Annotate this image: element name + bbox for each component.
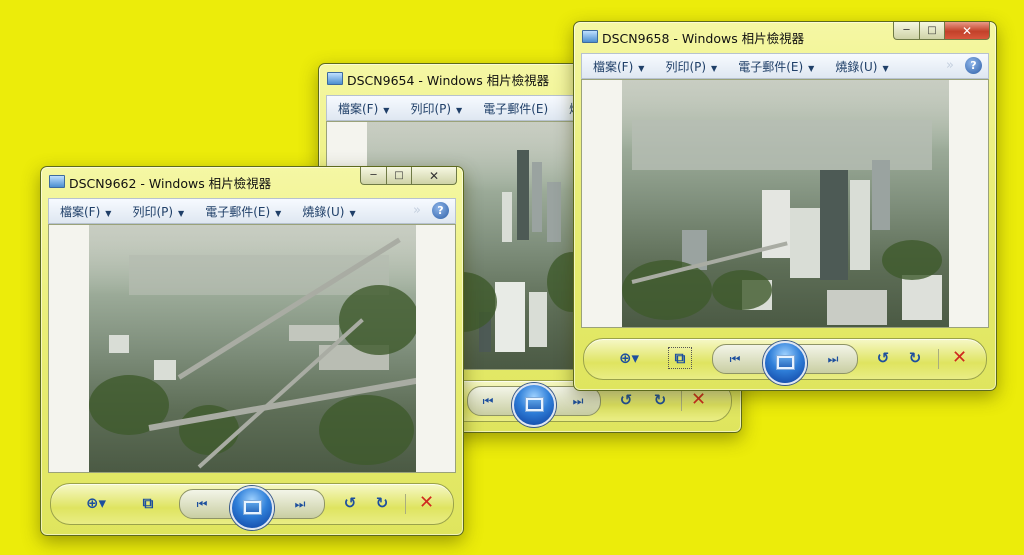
menu-file[interactable]: 檔案(F) ▼ [327,100,399,117]
minimize-button[interactable]: ─ [360,167,387,185]
menu-print-label: 列印(P) [665,59,707,74]
slideshow-icon[interactable] [763,341,807,385]
menu-burn[interactable]: 燒錄(U) ▼ [824,58,898,75]
photo-viewer-icon [49,175,65,188]
menu-burn-label: 燒錄(U) [302,204,345,219]
next-icon[interactable]: ⏭ [819,350,847,368]
menu-email-label: 電子郵件(E) [483,101,549,116]
control-bar: ⊕▾ ⧉ ⏮ ⏭ ↺ ↻ ✕ [50,483,454,530]
menu-email-label: 電子郵件(E) [738,59,804,74]
title-bar[interactable]: DSCN9658 - Windows 相片檢視器 ─ □ ✕ [574,22,996,52]
minimize-button[interactable]: ─ [893,22,920,40]
command-bar: 檔案(F) ▼ 列印(P) ▼ 電子郵件(E) ▼ 燒錄(U) ▼ » ? [48,198,456,224]
help-icon[interactable]: ? [432,202,449,219]
overflow-chevron-icon[interactable]: » [413,203,421,218]
menu-print-label: 列印(P) [410,101,452,116]
rotate-counterclockwise-icon[interactable]: ↺ [615,389,637,411]
chevron-down-icon: ▼ [105,208,112,218]
control-bar: ⊕▾ ⧉ ⏮ ⏭ ↺ ↻ ✕ [583,338,987,385]
menu-file-label: 檔案(F) [593,59,634,74]
photo-viewer-window-dscn9658[interactable]: DSCN9658 - Windows 相片檢視器 ─ □ ✕ 檔案(F) ▼ 列印… [573,21,997,391]
previous-icon[interactable]: ⏮ [188,495,216,513]
window-title: DSCN9662 - Windows 相片檢視器 [69,176,272,191]
next-icon[interactable]: ⏭ [286,495,314,513]
fit-to-window-icon[interactable]: ⧉ [137,492,159,514]
separator [681,391,682,411]
close-button[interactable]: ✕ [945,22,990,40]
photo-viewer-icon [327,72,343,85]
menu-print[interactable]: 列印(P) ▼ [399,100,472,117]
menu-file-label: 檔案(F) [338,101,379,116]
window-title: DSCN9654 - Windows 相片檢視器 [347,73,550,88]
menu-email[interactable]: 電子郵件(E) ▼ [194,203,291,220]
menu-file-label: 檔案(F) [60,204,101,219]
menu-burn[interactable]: 燒錄(U) ▼ [291,203,365,220]
chevron-down-icon: ▼ [711,63,718,73]
image-area [48,224,456,473]
menu-email[interactable]: 電子郵件(E) ▼ [727,58,824,75]
menu-print-label: 列印(P) [132,204,174,219]
menu-print[interactable]: 列印(P) ▼ [121,203,194,220]
navigation-group: ⏮ ⏭ [712,341,858,385]
caption-buttons: ─ □ ✕ [360,167,457,185]
separator [405,494,406,514]
previous-icon[interactable]: ⏮ [721,350,749,368]
separator [938,349,939,369]
rotate-clockwise-icon[interactable]: ↻ [649,389,671,411]
zoom-icon[interactable]: ⊕▾ [79,492,113,514]
rotate-clockwise-icon[interactable]: ↻ [904,347,926,369]
overflow-chevron-icon[interactable]: » [946,58,954,73]
window-title: DSCN9658 - Windows 相片檢視器 [602,31,805,46]
menu-file[interactable]: 檔案(F) ▼ [49,203,121,220]
next-icon[interactable]: ⏭ [564,392,592,410]
chevron-down-icon: ▼ [456,105,463,115]
caption-buttons: ─ □ ✕ [893,22,990,40]
maximize-button[interactable]: □ [920,22,945,40]
menu-email-label: 電子郵件(E) [205,204,271,219]
menu-file[interactable]: 檔案(F) ▼ [582,58,654,75]
chevron-down-icon: ▼ [178,208,185,218]
navigation-group: ⏮ ⏭ [179,486,325,530]
maximize-button[interactable]: □ [387,167,412,185]
image-area [581,79,989,328]
slideshow-icon[interactable] [512,383,556,427]
command-bar: 檔案(F) ▼ 列印(P) ▼ 電子郵件(E) ▼ 燒錄(U) ▼ » ? [581,53,989,79]
menu-burn-label: 燒錄(U) [835,59,878,74]
rotate-clockwise-icon[interactable]: ↻ [371,492,393,514]
delete-icon[interactable]: ✕ [419,492,434,513]
previous-icon[interactable]: ⏮ [474,392,502,410]
chevron-down-icon: ▼ [349,208,356,218]
chevron-down-icon: ▼ [808,63,815,73]
close-button[interactable]: ✕ [412,167,457,185]
title-bar[interactable]: DSCN9662 - Windows 相片檢視器 ─ □ ✕ [41,167,463,197]
delete-icon[interactable]: ✕ [952,347,967,368]
menu-print[interactable]: 列印(P) ▼ [654,58,727,75]
help-icon[interactable]: ? [965,57,982,74]
delete-icon[interactable]: ✕ [691,389,706,410]
chevron-down-icon: ▼ [882,63,889,73]
chevron-down-icon: ▼ [638,63,645,73]
zoom-icon[interactable]: ⊕▾ [612,347,646,369]
slideshow-icon[interactable] [230,486,274,530]
menu-email[interactable]: 電子郵件(E) [472,100,558,117]
photo-viewer-icon [582,30,598,43]
chevron-down-icon: ▼ [275,208,282,218]
fit-to-window-icon[interactable]: ⧉ [668,347,692,369]
photo [89,225,416,472]
chevron-down-icon: ▼ [383,105,390,115]
rotate-counterclockwise-icon[interactable]: ↺ [872,347,894,369]
photo [622,80,949,327]
rotate-counterclockwise-icon[interactable]: ↺ [339,492,361,514]
photo-viewer-window-dscn9662[interactable]: DSCN9662 - Windows 相片檢視器 ─ □ ✕ 檔案(F) ▼ 列印… [40,166,464,536]
